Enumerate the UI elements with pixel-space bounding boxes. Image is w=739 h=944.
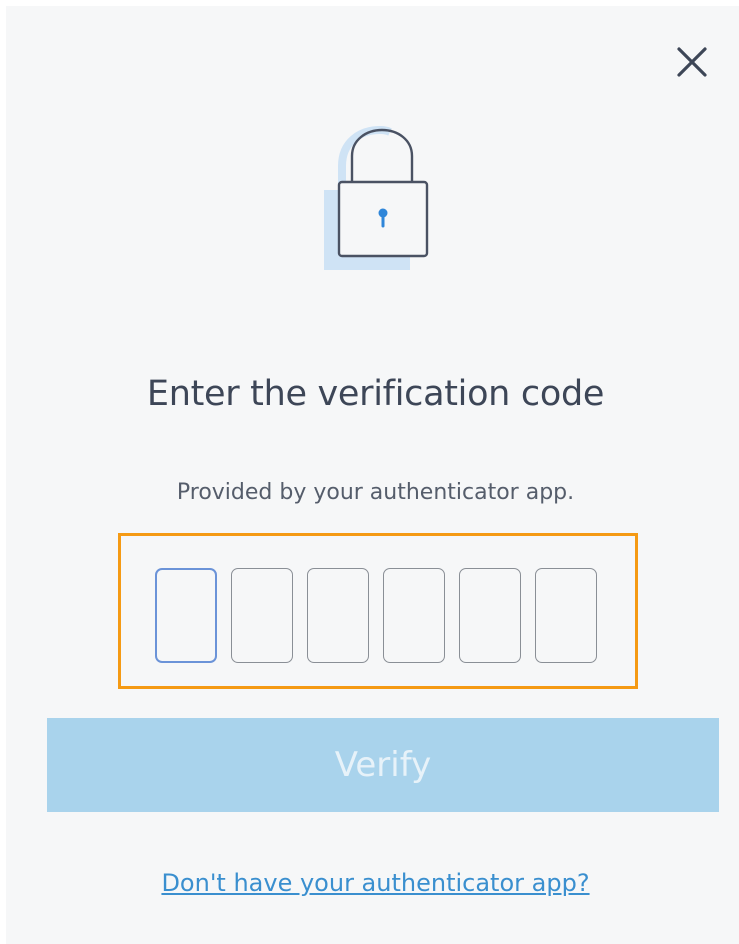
no-authenticator-app-link[interactable]: Don't have your authenticator app? (6, 869, 739, 897)
close-icon (677, 47, 707, 77)
code-digit-3[interactable] (307, 568, 369, 663)
page-subtitle: Provided by your authenticator app. (176, 480, 575, 505)
verification-dialog: Enter the verification code Provided by … (6, 6, 739, 944)
close-button[interactable] (669, 39, 715, 85)
code-digit-5[interactable] (459, 568, 521, 663)
verification-code-group (118, 533, 638, 689)
page-title: Enter the verification code (146, 374, 605, 414)
verify-button[interactable]: Verify (47, 718, 719, 812)
code-digit-4[interactable] (383, 568, 445, 663)
code-digit-2[interactable] (231, 568, 293, 663)
code-digit-1[interactable] (155, 568, 217, 663)
lock-icon (324, 126, 436, 272)
code-digit-6[interactable] (535, 568, 597, 663)
